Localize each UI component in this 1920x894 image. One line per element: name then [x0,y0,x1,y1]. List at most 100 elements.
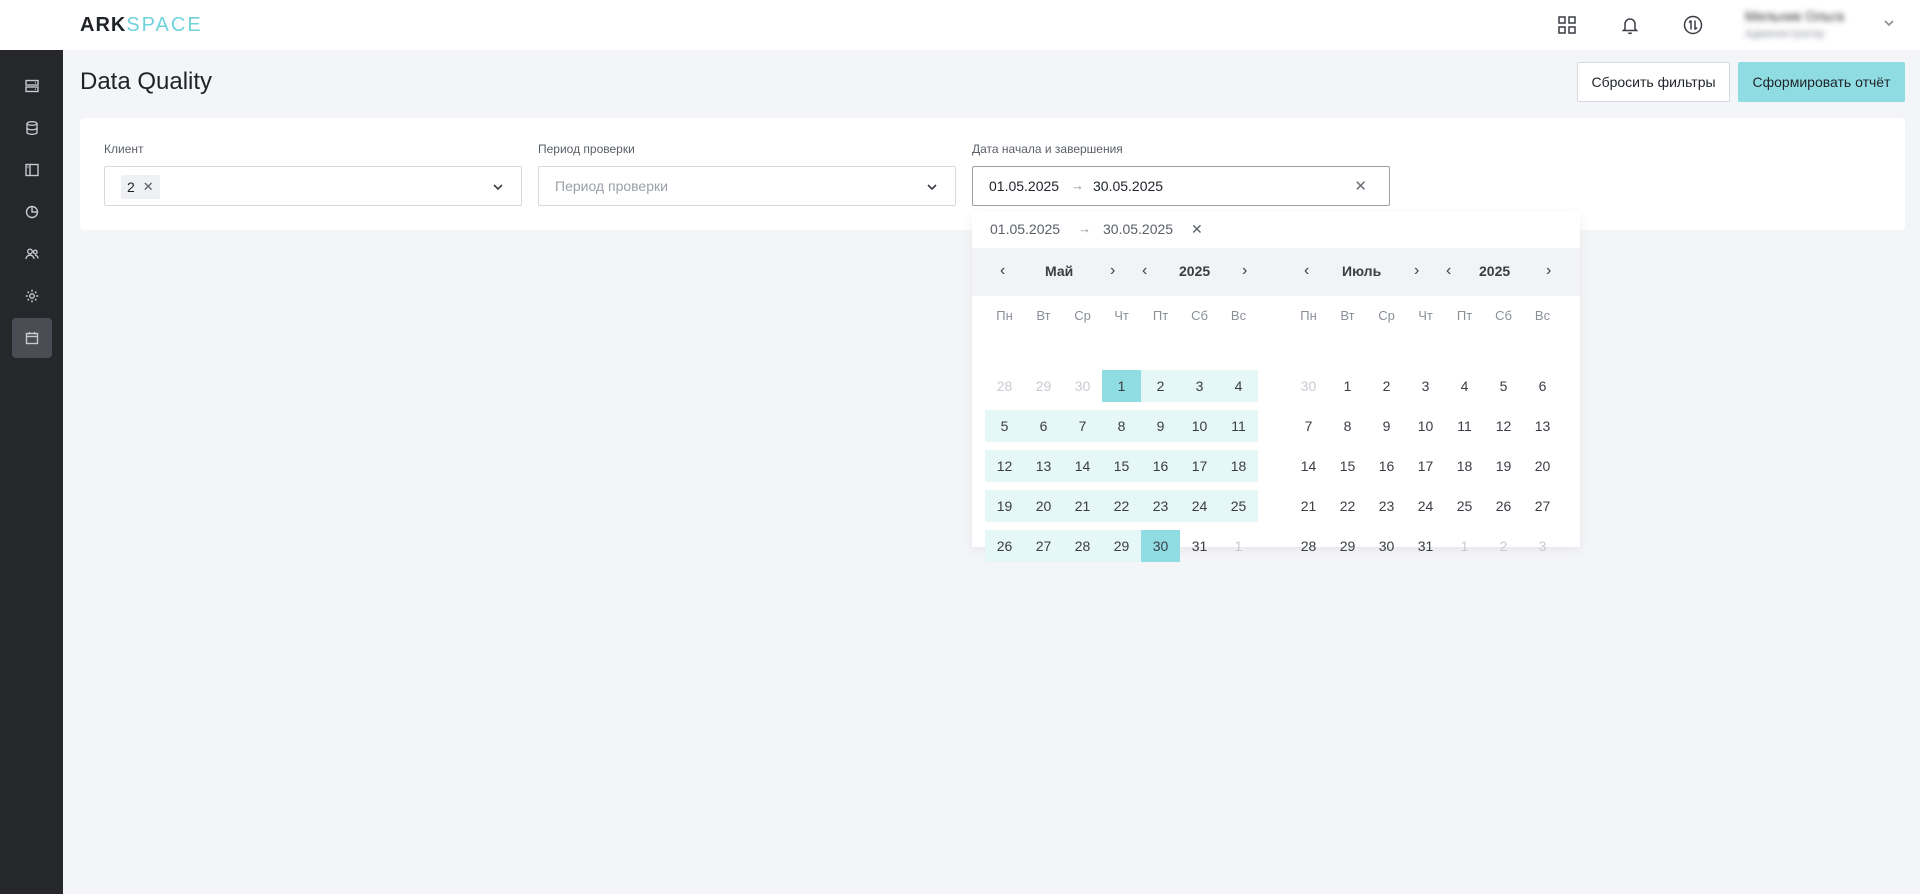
calendar-day[interactable]: 21 [1289,490,1328,522]
next-month-button[interactable]: › [1110,262,1115,280]
generate-report-button[interactable]: Сформировать отчёт [1738,62,1905,102]
calendar-day[interactable]: 16 [1367,450,1406,482]
prev-year-button[interactable]: ‹ [1142,262,1147,280]
calendar-day[interactable]: 22 [1102,490,1141,522]
calendar-day[interactable]: 2 [1367,370,1406,402]
calendar-day[interactable]: 7 [1063,410,1102,442]
calendar-day[interactable]: 12 [1484,410,1523,442]
calendar-day[interactable]: 18 [1219,450,1258,482]
clear-range-icon[interactable]: ✕ [1354,177,1367,195]
next-year-button[interactable]: › [1242,262,1247,280]
remove-tag-icon[interactable]: ✕ [143,179,154,195]
year-label[interactable]: 2025 [1479,263,1510,279]
calendar-day[interactable]: 10 [1180,410,1219,442]
calendar-day[interactable]: 2 [1484,530,1523,562]
calendar-day[interactable]: 12 [985,450,1024,482]
sidebar-item-layout[interactable] [12,150,52,190]
clear-picker-icon[interactable]: ✕ [1191,221,1203,238]
calendar-day[interactable]: 16 [1141,450,1180,482]
calendar-day[interactable]: 4 [1219,370,1258,402]
calendar-day[interactable]: 11 [1219,410,1258,442]
date-range-input[interactable]: 01.05.2025 → 30.05.2025 ✕ [972,166,1390,206]
picker-start-value[interactable]: 01.05.2025 [990,221,1060,237]
calendar-day[interactable]: 23 [1367,490,1406,522]
range-end-value[interactable]: 30.05.2025 [1093,178,1163,194]
sidebar-item-users[interactable] [12,234,52,274]
calendar-day[interactable]: 10 [1406,410,1445,442]
calendar-day[interactable]: 1 [1219,530,1258,562]
notifications-button[interactable] [1618,13,1642,37]
calendar-day[interactable]: 29 [1024,370,1063,402]
calendar-day[interactable]: 15 [1102,450,1141,482]
user-profile[interactable]: Мельник Ольга Администратор [1745,8,1875,42]
calendar-day[interactable]: 20 [1523,450,1562,482]
calendar-day[interactable]: 30 [1063,370,1102,402]
calendar-day[interactable]: 14 [1063,450,1102,482]
calendar-day[interactable]: 17 [1180,450,1219,482]
calendar-day[interactable]: 9 [1367,410,1406,442]
client-dropdown-chevron[interactable] [491,180,505,194]
calendar-day[interactable]: 13 [1523,410,1562,442]
calendar-day[interactable]: 8 [1102,410,1141,442]
calendar-day[interactable]: 3 [1523,530,1562,562]
calendar-day[interactable]: 31 [1406,530,1445,562]
calendar-day[interactable]: 14 [1289,450,1328,482]
calendar-day[interactable]: 20 [1024,490,1063,522]
calendar-day[interactable]: 13 [1024,450,1063,482]
prev-year-button[interactable]: ‹ [1446,262,1451,280]
calendar-day[interactable]: 15 [1328,450,1367,482]
sidebar-item-servers[interactable] [12,66,52,106]
calendar-day[interactable]: 18 [1445,450,1484,482]
calendar-day[interactable]: 2 [1141,370,1180,402]
calendar-day[interactable]: 28 [985,370,1024,402]
range-start-value[interactable]: 01.05.2025 [989,178,1059,194]
year-label[interactable]: 2025 [1179,263,1210,279]
calendar-day[interactable]: 5 [985,410,1024,442]
calendar-day[interactable]: 30 [1289,370,1328,402]
user-menu-chevron[interactable] [1882,16,1896,30]
calendar-day[interactable]: 29 [1102,530,1141,562]
calendar-day[interactable]: 17 [1406,450,1445,482]
calendar-day[interactable]: 6 [1024,410,1063,442]
month-label[interactable]: Май [1045,263,1073,279]
calendar-day[interactable]: 19 [985,490,1024,522]
calendar-day[interactable]: 25 [1445,490,1484,522]
calendar-day[interactable]: 1 [1328,370,1367,402]
client-select[interactable]: 2 ✕ [104,166,522,206]
prev-month-button[interactable]: ‹ [1000,262,1005,280]
calendar-day[interactable]: 21 [1063,490,1102,522]
calendar-day-selected[interactable]: 30 [1141,530,1180,562]
apps-grid-button[interactable] [1555,13,1579,37]
calendar-day[interactable]: 24 [1406,490,1445,522]
calendar-day[interactable]: 25 [1219,490,1258,522]
calendar-day[interactable]: 27 [1523,490,1562,522]
calendar-day[interactable]: 29 [1328,530,1367,562]
calendar-day[interactable]: 31 [1180,530,1219,562]
calendar-day[interactable]: 5 [1484,370,1523,402]
calendar-day[interactable]: 3 [1180,370,1219,402]
calendar-day[interactable]: 27 [1024,530,1063,562]
sync-button[interactable] [1681,13,1705,37]
month-label[interactable]: Июль [1342,263,1381,279]
calendar-day[interactable]: 4 [1445,370,1484,402]
calendar-day[interactable]: 30 [1367,530,1406,562]
calendar-day-selected[interactable]: 1 [1102,370,1141,402]
calendar-day[interactable]: 11 [1445,410,1484,442]
calendar-day[interactable]: 7 [1289,410,1328,442]
reset-filters-button[interactable]: Сбросить фильтры [1577,62,1730,102]
period-select[interactable]: Период проверки [538,166,956,206]
calendar-day[interactable]: 6 [1523,370,1562,402]
calendar-day[interactable]: 28 [1289,530,1328,562]
picker-end-value[interactable]: 30.05.2025 [1103,221,1173,237]
calendar-day[interactable]: 26 [985,530,1024,562]
next-year-button[interactable]: › [1546,262,1551,280]
next-month-button[interactable]: › [1414,262,1419,280]
sidebar-item-calendar[interactable] [12,318,52,358]
period-dropdown-chevron[interactable] [925,180,939,194]
sidebar-item-settings[interactable] [12,276,52,316]
calendar-day[interactable]: 22 [1328,490,1367,522]
sidebar-item-database[interactable] [12,108,52,148]
calendar-day[interactable]: 1 [1445,530,1484,562]
calendar-day[interactable]: 3 [1406,370,1445,402]
prev-month-button[interactable]: ‹ [1304,262,1309,280]
